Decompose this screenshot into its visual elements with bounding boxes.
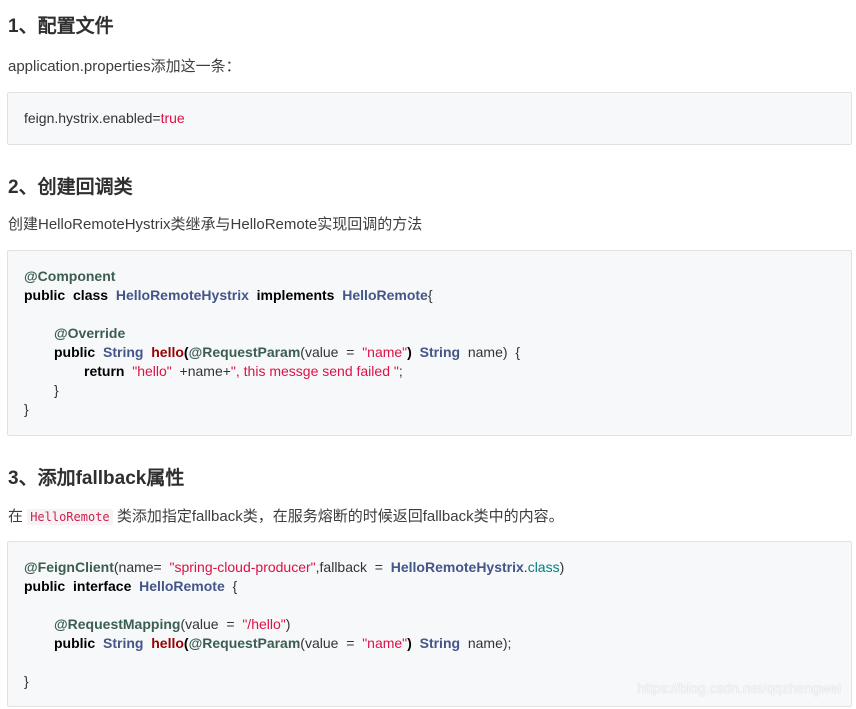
code-text: name) <box>467 344 508 360</box>
keyword: public <box>24 287 66 303</box>
string-literal: "/hello" <box>242 616 286 632</box>
type-name: String <box>103 344 144 360</box>
inline-code: HelloRemote <box>27 509 113 525</box>
code-block-feign-client: @FeignClient(name= "spring-cloud-produce… <box>7 541 852 707</box>
watermark: https://blog.csdn.net/qqzhengwei <box>637 680 841 696</box>
code-line: @RequestMapping(value = "/hello") <box>54 615 290 634</box>
code-text: (value <box>180 616 219 632</box>
code-block-properties: feign.hystrix.enabled=true <box>7 92 852 145</box>
code-line: public interface HelloRemote { <box>24 577 237 596</box>
code-line: return "hello" +name+", this messge send… <box>84 362 403 381</box>
keyword: implements <box>256 287 335 303</box>
code-text: +name+ <box>179 363 231 379</box>
code-line: @Override <box>54 324 125 343</box>
code-line: public class HelloRemoteHystrix implemen… <box>24 286 433 305</box>
code-text: ) <box>559 559 565 575</box>
brace: { <box>515 344 520 360</box>
code-text: ,fallback <box>315 559 367 575</box>
annotation: @RequestMapping <box>54 616 181 632</box>
interface-name: HelloRemote <box>139 578 225 594</box>
section-2-heading: 2、创建回调类 <box>8 177 133 198</box>
interface-name: HelloRemote <box>342 287 428 303</box>
code-text: = <box>374 559 383 575</box>
code-text: name); <box>467 635 512 651</box>
string-literal: "name" <box>362 635 408 651</box>
keyword: class <box>527 559 560 575</box>
brace: } <box>24 673 29 689</box>
section-2-description: 创建HelloRemoteHystrix类继承与HelloRemote实现回调的… <box>8 216 423 233</box>
code-text: (value <box>300 635 339 651</box>
brace: } <box>24 401 29 417</box>
code-line: } <box>54 381 59 400</box>
code-text: = <box>226 616 235 632</box>
class-name: HelloRemoteHystrix <box>390 559 524 575</box>
section-1-description: application.properties添加这一条： <box>8 58 241 75</box>
section-3-description: 在 HelloRemote 类添加指定fallback类，在服务熔断的时候返回f… <box>8 505 564 526</box>
keyword: interface <box>73 578 132 594</box>
description-text: 在 <box>8 508 24 525</box>
annotation: @RequestParam <box>188 635 301 651</box>
type-name: String <box>103 635 144 651</box>
keyword: public <box>54 635 96 651</box>
code-text: (value <box>300 344 339 360</box>
code-text: ) <box>407 635 412 651</box>
section-1-heading: 1、配置文件 <box>8 16 114 37</box>
brace: { <box>232 578 238 594</box>
code-line: public String hello(@RequestParam(value … <box>54 635 512 651</box>
code-line: } <box>24 400 29 419</box>
code-text: ; <box>398 363 403 379</box>
description-text: 类添加指定fallback类，在服务熔断的时候返回fallback类中的内容。 <box>116 508 564 525</box>
property-value: true <box>160 110 185 126</box>
brace: { <box>427 287 433 303</box>
code-block-hystrix-class: @Component public class HelloRemoteHystr… <box>7 250 852 436</box>
keyword: public <box>24 578 66 594</box>
annotation: @FeignClient <box>24 559 114 575</box>
code-text: = <box>346 635 355 651</box>
annotation: @RequestParam <box>188 344 301 360</box>
code-text: ) <box>285 616 291 632</box>
code-line: @Component <box>24 267 115 286</box>
code-line: } <box>24 672 29 691</box>
code-text: ) <box>407 344 412 360</box>
type-name: String <box>419 635 461 651</box>
method-name: hello <box>151 635 184 651</box>
annotation: @Component <box>24 268 116 284</box>
section-3-heading: 3、添加fallback属性 <box>8 468 185 489</box>
string-literal: "spring-cloud-producer" <box>169 559 316 575</box>
string-literal: "hello" <box>132 363 172 379</box>
annotation: @Override <box>54 325 126 341</box>
code-text: = <box>346 344 355 360</box>
code-line: public String hello(@RequestParam(value … <box>54 344 520 360</box>
brace: } <box>54 382 59 398</box>
code-line: feign.hystrix.enabled=true <box>24 109 185 128</box>
code-line: @FeignClient(name= "spring-cloud-produce… <box>24 558 564 577</box>
property-key: feign.hystrix.enabled= <box>24 110 161 126</box>
string-literal: ", this messge send failed " <box>230 363 399 379</box>
code-text: (name= <box>113 559 162 575</box>
type-name: String <box>419 344 461 360</box>
class-name: HelloRemoteHystrix <box>115 287 249 303</box>
keyword: public <box>54 344 96 360</box>
method-name: hello <box>151 344 184 360</box>
keyword: return <box>84 363 125 379</box>
keyword: class <box>73 287 109 303</box>
string-literal: "name" <box>362 344 408 360</box>
